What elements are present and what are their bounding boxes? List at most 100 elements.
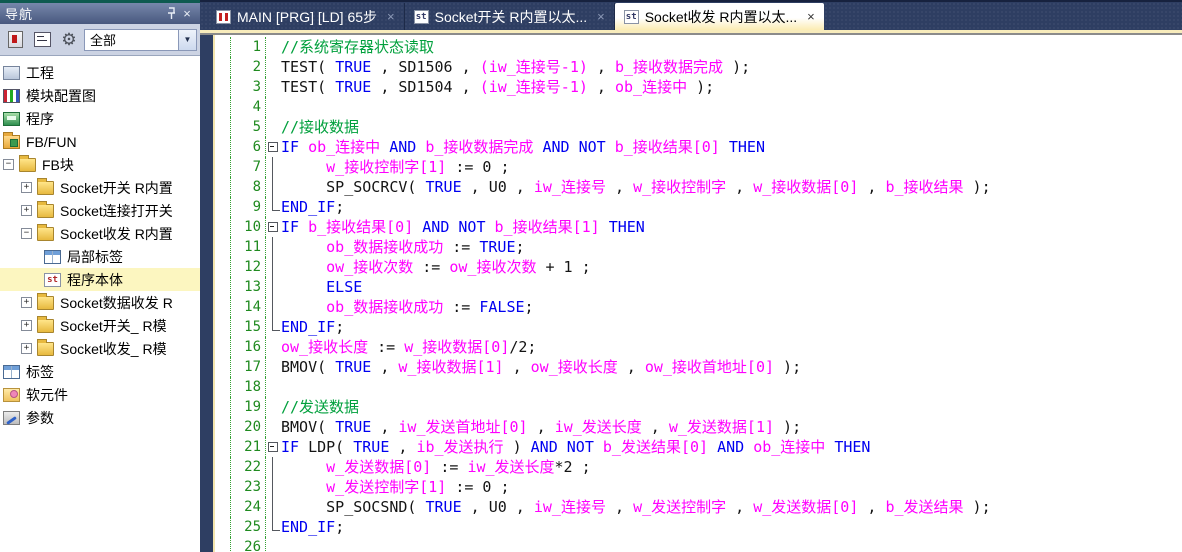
line-number: 22	[230, 457, 266, 477]
line-number: 24	[230, 497, 266, 517]
fold-guide	[266, 97, 281, 117]
code-segment: )	[504, 438, 531, 456]
fold-guide	[266, 317, 281, 337]
tree-expander-icon[interactable]: +	[21, 205, 32, 216]
line-number: 7	[230, 157, 266, 177]
expand-collapse-button[interactable]	[30, 28, 54, 52]
tree-item-6[interactable]: +Socket连接打开关	[0, 199, 200, 222]
code-segment: TRUE	[335, 418, 371, 436]
code-line: 10IF b_接收结果[0] AND NOT b_接收结果[1] THEN	[215, 217, 1182, 237]
tree-item-label: Socket开关 R内置	[60, 178, 173, 198]
st-code-editor[interactable]: 1//系统寄存器状态读取2TEST( TRUE , SD1506 , (iw_连…	[213, 35, 1182, 552]
tree-item-4[interactable]: −FB块	[0, 153, 200, 176]
tree-expander-icon[interactable]: −	[21, 228, 32, 239]
tree-item-label: Socket收发 R内置	[60, 224, 173, 244]
pin-icon[interactable]	[163, 6, 179, 21]
tree-item-label: 程序	[26, 109, 54, 129]
tree-expander-icon[interactable]: −	[3, 159, 14, 170]
fold-guide	[266, 397, 281, 417]
code-segment: //接收数据	[281, 118, 359, 136]
code-line: 19//发送数据	[215, 397, 1182, 417]
code-segment: END_IF	[281, 318, 335, 336]
tab-0[interactable]: MAIN [PRG] [LD] 65步×	[207, 3, 405, 30]
st-file-icon	[414, 10, 429, 24]
tree-item-1[interactable]: 模块配置图	[0, 84, 200, 107]
code-segment: ;	[525, 298, 534, 316]
code-segment: TRUE	[426, 498, 462, 516]
local-label-icon	[44, 250, 61, 264]
tree-expander-icon[interactable]: +	[21, 182, 32, 193]
tree-item-3[interactable]: FB/FUN	[0, 130, 200, 153]
line-number: 16	[230, 337, 266, 357]
fold-guide	[266, 377, 281, 397]
tree-item-label: FB/FUN	[26, 134, 77, 150]
fold-guide	[266, 177, 281, 197]
code-line: 1//系统寄存器状态读取	[215, 37, 1182, 57]
tree-item-9[interactable]: 程序本体	[0, 268, 200, 291]
code-text: //系统寄存器状态读取	[281, 37, 434, 57]
fold-toggle-icon[interactable]	[266, 217, 281, 237]
line-number: 14	[230, 297, 266, 317]
tree-item-15[interactable]: 参数	[0, 406, 200, 429]
tree-expander-icon[interactable]: +	[21, 297, 32, 308]
tree-item-5[interactable]: + Socket开关 R内置	[0, 176, 200, 199]
tree-item-8[interactable]: 局部标签	[0, 245, 200, 268]
tab-1[interactable]: Socket开关 R内置以太...×	[405, 3, 615, 30]
tree-item-10[interactable]: +Socket数据收发 R	[0, 291, 200, 314]
project-tree: 工程模块配置图程序 FB/FUN −FB块 + Socket开关 R内置+Socket连…	[0, 56, 200, 429]
document-tab-bar: MAIN [PRG] [LD] 65步×Socket开关 R内置以太...×So…	[200, 0, 1182, 30]
code-line: 6IF ob_连接中 AND b_接收数据完成 AND NOT b_接收结果[0…	[215, 137, 1182, 157]
settings-button[interactable]: ⚙	[57, 28, 81, 52]
code-text: END_IF;	[281, 517, 344, 537]
code-line: 9END_IF;	[215, 197, 1182, 217]
tree-item-14[interactable]: 软元件	[0, 383, 200, 406]
folder-icon	[37, 181, 54, 195]
chevron-down-icon[interactable]: ▼	[178, 30, 196, 50]
tree-item-label: 程序本体	[67, 270, 123, 290]
code-text: SP_SOCSND( TRUE , U0 , iw_连接号 , w_发送控制字 …	[281, 497, 991, 517]
tree-item-11[interactable]: +Socket开关_ R模	[0, 314, 200, 337]
filter-dropdown-value: 全部	[85, 30, 178, 49]
code-segment: w_接收数据[0]	[404, 338, 509, 356]
tab-close-icon[interactable]: ×	[807, 10, 815, 23]
tree-item-12[interactable]: + Socket收发_ R模	[0, 337, 200, 360]
tree-expander-icon[interactable]: +	[21, 343, 32, 354]
tree-item-label: 软元件	[26, 385, 68, 405]
code-line: 12 ow_接收次数 := ow_接收次数 + 1 ;	[215, 257, 1182, 277]
fold-guide	[266, 237, 281, 257]
tree-item-2[interactable]: 程序	[0, 107, 200, 130]
code-segment: b_接收结果	[885, 178, 963, 196]
tree-item-7[interactable]: − Socket收发 R内置	[0, 222, 200, 245]
fold-guide	[266, 537, 281, 552]
line-number: 5	[230, 117, 266, 137]
tab-close-icon[interactable]: ×	[597, 10, 605, 23]
code-text: BMOV( TRUE , iw_发送首地址[0] , iw_发送长度 , w_发…	[281, 417, 801, 437]
code-segment: AND	[542, 138, 569, 156]
code-segment	[413, 218, 422, 236]
code-segment: ob_数据接收成功	[326, 238, 443, 256]
code-segment: iw_连接号	[534, 178, 606, 196]
code-segment: IF	[281, 138, 299, 156]
tab-2[interactable]: Socket收发 R内置以太...×	[615, 3, 824, 30]
line-number: 9	[230, 197, 266, 217]
navigation-title: 导航	[5, 4, 163, 23]
folder-icon	[37, 296, 54, 310]
fold-toggle-icon[interactable]	[266, 437, 281, 457]
code-segment	[594, 438, 603, 456]
tree-expander-icon[interactable]: +	[21, 320, 32, 331]
tree-item-0[interactable]: 工程	[0, 61, 200, 84]
fold-toggle-icon[interactable]	[266, 137, 281, 157]
code-segment: /2;	[509, 338, 536, 356]
tab-close-icon[interactable]: ×	[387, 10, 395, 23]
device-filter-button[interactable]	[3, 28, 27, 52]
tree-item-label: Socket收发_ R模	[60, 339, 167, 359]
line-number: 25	[230, 517, 266, 537]
filter-dropdown[interactable]: 全部 ▼	[84, 29, 197, 51]
code-segment: );	[964, 178, 991, 196]
code-text: SP_SOCRCV( TRUE , U0 , iw_连接号 , w_接收控制字 …	[281, 177, 991, 197]
tree-item-13[interactable]: 标签	[0, 360, 200, 383]
close-icon[interactable]: ×	[179, 6, 195, 21]
code-segment	[281, 238, 326, 256]
label-icon	[3, 365, 20, 379]
code-segment: ow_接收次数	[449, 258, 536, 276]
